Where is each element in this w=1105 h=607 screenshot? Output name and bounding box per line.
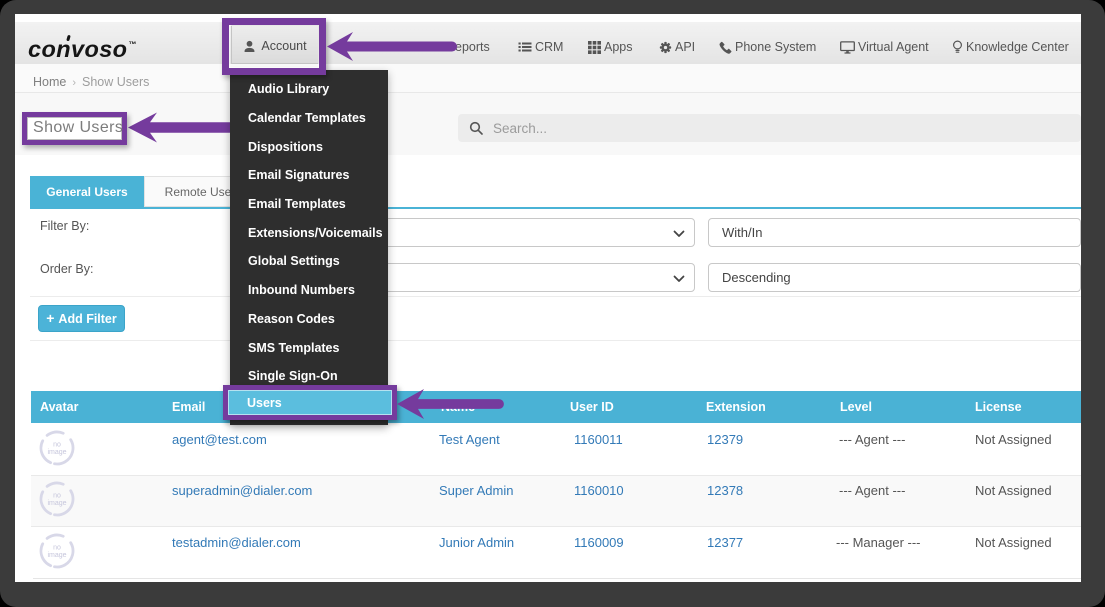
svg-text:no: no	[53, 442, 61, 449]
svg-text:no: no	[53, 493, 61, 500]
svg-text:image: image	[47, 500, 66, 507]
svg-text:image: image	[47, 449, 66, 456]
svg-text:no: no	[53, 545, 61, 552]
svg-text:image: image	[47, 552, 66, 559]
